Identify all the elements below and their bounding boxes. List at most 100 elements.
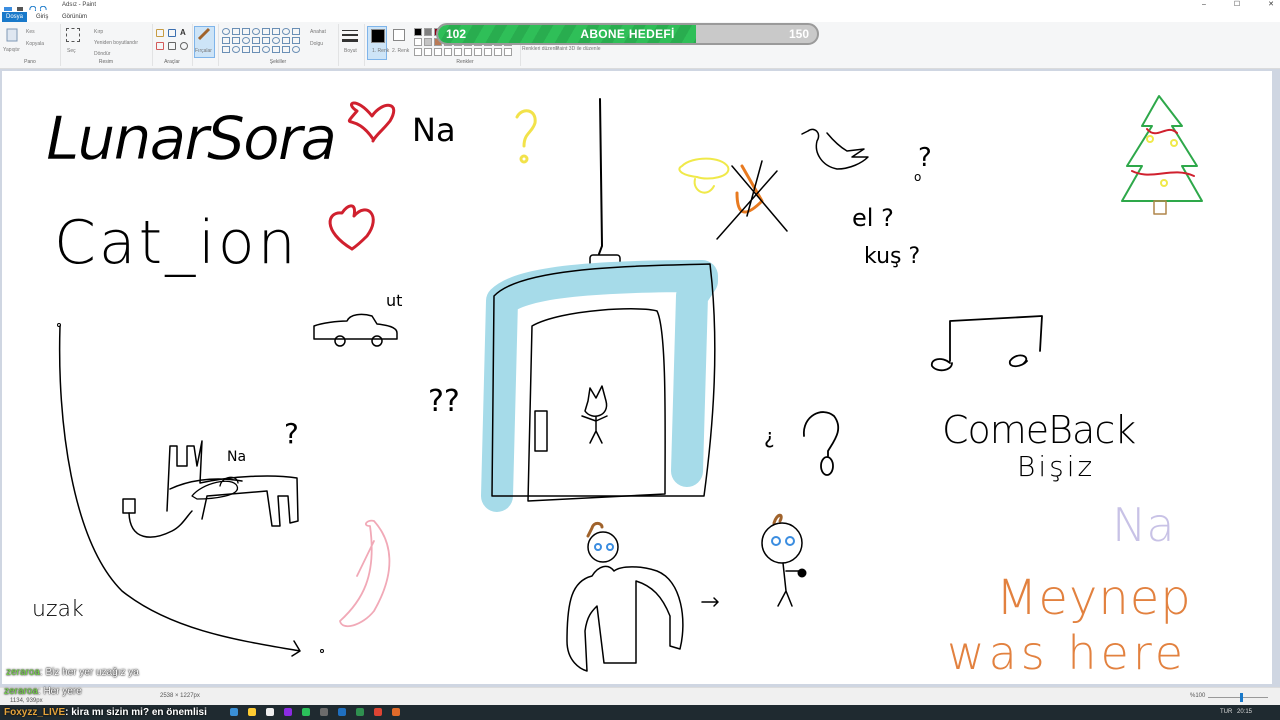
save-icon[interactable] (16, 1, 24, 13)
clock[interactable]: 20:15 (1237, 708, 1252, 716)
color2-button[interactable] (393, 29, 405, 41)
shape-option[interactable] (262, 28, 270, 35)
color-swatch[interactable] (454, 48, 462, 56)
car-wheel (371, 335, 383, 347)
edit-colors-button[interactable]: Renkleri düzenle (522, 46, 559, 52)
paste-button[interactable] (5, 28, 19, 48)
color-picker-icon[interactable] (168, 42, 176, 50)
small-question-mark: ¿ (764, 424, 775, 448)
undo-icon[interactable] (28, 1, 37, 13)
canvas-area: LunarSora Na Cat_ion ? o el ? kuş ? ut ?… (0, 69, 1280, 687)
tab-giris[interactable]: Giriş (32, 12, 52, 22)
shape-option[interactable] (232, 46, 240, 53)
figure-eye (785, 536, 795, 546)
banana-drawing (339, 519, 391, 628)
shape-option[interactable] (292, 37, 300, 44)
taskbar-app-icon[interactable] (320, 708, 328, 716)
color-swatch[interactable] (464, 48, 472, 56)
color-swatch[interactable] (414, 28, 422, 36)
paint3d-button[interactable]: Paint 3D ile düzenle (556, 46, 600, 52)
minimize-button[interactable]: – (1202, 1, 1206, 9)
question-dot (820, 456, 834, 476)
ticker-message: : kira mı sizin mi? en önemlisi (65, 707, 207, 718)
copy-button[interactable]: Kopyala (26, 41, 44, 47)
uzak-text: uzak (32, 597, 84, 622)
select-button[interactable] (66, 28, 80, 42)
maximize-button[interactable]: ☐ (1234, 1, 1240, 9)
color-swatch[interactable] (474, 48, 482, 56)
color1-button[interactable] (367, 26, 387, 60)
window-title: Adsız - Paint (62, 2, 97, 8)
eraser-icon[interactable] (156, 42, 164, 50)
shape-option[interactable] (272, 37, 280, 44)
shape-option[interactable] (292, 28, 300, 35)
color-swatch[interactable] (484, 48, 492, 56)
taskbar-app-icon[interactable] (356, 708, 364, 716)
shape-option[interactable] (262, 37, 270, 44)
shape-option[interactable] (252, 46, 260, 53)
color-swatch[interactable] (494, 48, 502, 56)
tab-gorunum[interactable]: Görünüm (58, 12, 91, 22)
shape-option[interactable] (222, 46, 230, 53)
resize-button[interactable]: Yeniden boyutlandır (94, 40, 138, 46)
tab-dosya[interactable]: Dosya (2, 12, 28, 22)
lamp-cord (598, 98, 603, 255)
pencil-icon[interactable] (156, 29, 164, 37)
lunarsora-text: LunarSora (46, 104, 335, 174)
color-swatch[interactable] (414, 38, 422, 46)
taskbar-app-icon[interactable] (248, 708, 256, 716)
figure-eye (606, 543, 614, 551)
color-swatch[interactable] (444, 48, 452, 56)
shape-option[interactable] (282, 37, 290, 44)
shape-option[interactable] (272, 28, 280, 35)
shape-option[interactable] (252, 28, 260, 35)
text-icon[interactable]: A (180, 28, 186, 37)
shape-option[interactable] (252, 37, 260, 44)
shape-option[interactable] (282, 46, 290, 53)
rotate-button[interactable]: Döndür (94, 51, 110, 57)
color-swatch[interactable] (424, 38, 432, 46)
magnifier-icon[interactable] (180, 42, 188, 50)
ticker-user: Foxyzz_LIVE (4, 707, 66, 718)
zoom-slider[interactable] (1208, 697, 1268, 698)
color-swatch[interactable] (504, 48, 512, 56)
crop-button[interactable]: Kırp (94, 29, 103, 35)
line-size-icon[interactable] (341, 27, 361, 47)
color-swatch[interactable] (424, 28, 432, 36)
shape-option[interactable] (242, 28, 250, 35)
shape-option[interactable] (242, 46, 250, 53)
select-label: Seç (67, 48, 76, 54)
taskbar-app-icon[interactable] (230, 708, 238, 716)
color1-label: 1. Renk (372, 48, 390, 54)
shape-option[interactable] (262, 46, 270, 53)
shape-option[interactable] (282, 28, 290, 35)
redo-icon[interactable] (39, 1, 48, 13)
shape-option[interactable] (232, 37, 240, 44)
cut-button[interactable]: Kes (26, 29, 35, 35)
color-swatch[interactable] (414, 48, 422, 56)
group-resim: Seç Kırp Yeniden boyutlandır Döndür Resi… (60, 24, 153, 66)
shape-option[interactable] (292, 46, 300, 53)
outline-button[interactable]: Anahat (310, 29, 326, 35)
fill-button[interactable]: Dolgu (310, 41, 323, 47)
shape-option[interactable] (232, 28, 240, 35)
shape-option[interactable] (242, 37, 250, 44)
taskbar-app-icon[interactable] (338, 708, 346, 716)
color-swatch[interactable] (424, 48, 432, 56)
taskbar-app-icon[interactable] (392, 708, 400, 716)
close-button[interactable]: ✕ (1268, 1, 1274, 9)
shape-option[interactable] (222, 37, 230, 44)
taskbar-app-icon[interactable] (266, 708, 274, 716)
shape-option[interactable] (222, 28, 230, 35)
group-label-sekiller: Şekiller (269, 59, 287, 65)
paint-canvas[interactable]: LunarSora Na Cat_ion ? o el ? kuş ? ut ?… (2, 71, 1272, 684)
drawing: LunarSora Na Cat_ion ? o el ? kuş ? ut ?… (32, 95, 1203, 680)
taskbar-app-icon[interactable] (302, 708, 310, 716)
taskbar-app-icon[interactable] (374, 708, 382, 716)
color-swatch[interactable] (434, 48, 442, 56)
language-indicator[interactable]: TUR (1220, 708, 1232, 716)
fill-icon[interactable] (168, 29, 176, 37)
shape-option[interactable] (272, 46, 280, 53)
zoom-slider-thumb[interactable] (1240, 693, 1243, 702)
taskbar-app-icon[interactable] (284, 708, 292, 716)
